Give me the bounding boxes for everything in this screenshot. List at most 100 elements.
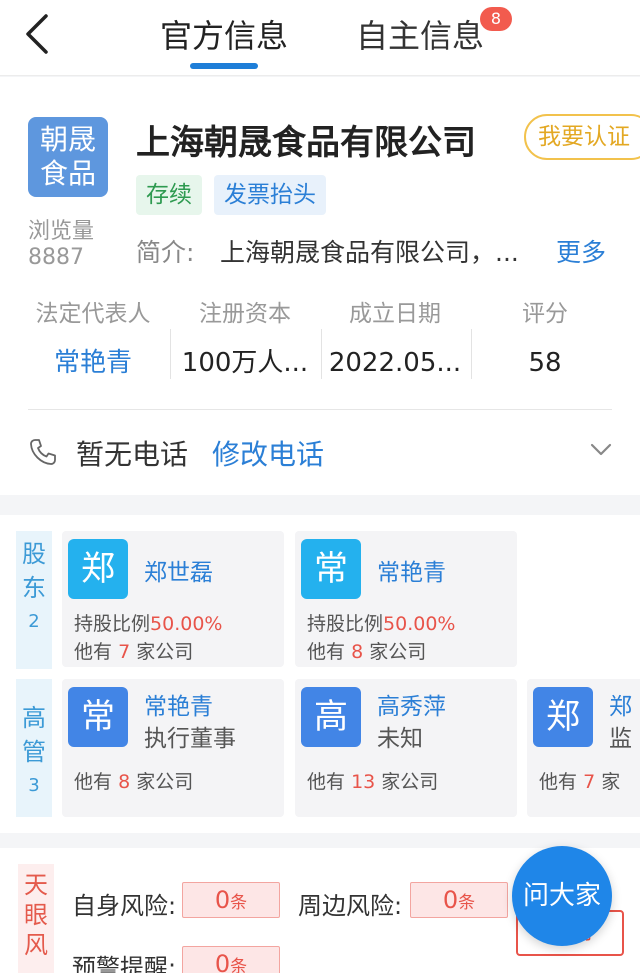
stat-label: 评分 — [522, 301, 568, 327]
other-suffix: 家 — [601, 771, 621, 793]
other-suffix: 家公司 — [136, 641, 194, 663]
executive-card[interactable]: 高 高秀萍 未知 他有 13 家公司 — [295, 679, 517, 817]
other-prefix: 他有 — [539, 771, 578, 793]
other-count: 7 — [118, 641, 131, 663]
divider — [28, 409, 612, 410]
executive-name[interactable]: 高秀萍 — [377, 687, 446, 721]
shareholders-label[interactable]: 股 东 2 — [16, 531, 52, 669]
phone-status: 暂无电话 — [76, 438, 189, 471]
company-stats: 法定代表人 常艳青 注册资本 100万人... 成立日期 2022.05... … — [0, 299, 640, 389]
other-suffix: 家公司 — [381, 771, 439, 793]
label-char: 风 — [24, 931, 48, 959]
stat-founded: 成立日期 2022.05... — [320, 299, 470, 383]
edit-phone-link[interactable]: 修改电话 — [212, 433, 324, 473]
other-prefix: 他有 — [74, 771, 113, 793]
label-char: 股 — [22, 540, 46, 568]
company-header: 朝晟 食品 浏览量 8887 上海朝晟食品有限公司 我要认证 存续 发票抬头 简… — [0, 77, 640, 495]
executive-role: 未知 — [377, 726, 423, 752]
intro-label: 简介: — [136, 238, 195, 267]
avatar: 郑 — [68, 539, 128, 599]
ratio-value: 50.00% — [383, 613, 456, 635]
ratio-value: 50.00% — [150, 613, 223, 635]
intro-text: 上海朝晟食品有限公司，... — [220, 238, 519, 267]
views-label: 浏览量 — [28, 219, 95, 244]
avatar: 郑 — [533, 687, 593, 747]
other-companies: 他有 8 家公司 — [307, 637, 426, 664]
around-risk-label: 周边风险: — [298, 892, 403, 920]
stat-value: 58 — [528, 348, 562, 378]
stat-value: 100万人... — [181, 348, 309, 378]
label-char: 管 — [22, 738, 46, 766]
avatar: 常 — [301, 539, 361, 599]
count-value: 0 — [214, 950, 231, 973]
other-suffix: 家公司 — [369, 641, 427, 663]
executive-role: 监 — [609, 726, 632, 752]
shareholder-card[interactable]: 常 常艳青 持股比例50.00% 他有 8 家公司 — [295, 531, 517, 667]
certify-button[interactable]: 我要认证 — [524, 114, 640, 160]
around-risk-count[interactable]: 0条 — [410, 882, 508, 918]
other-count: 13 — [351, 771, 376, 793]
ratio-label: 持股比例 — [307, 613, 384, 635]
label-char: 高 — [22, 704, 46, 732]
warning-count[interactable]: 0条 — [182, 946, 280, 973]
label-char: 东 — [22, 574, 46, 602]
shareholding-ratio: 持股比例50.00% — [74, 609, 222, 636]
avatar: 常 — [68, 687, 128, 747]
other-count: 8 — [351, 641, 364, 663]
other-suffix: 家公司 — [136, 771, 194, 793]
other-companies: 他有 7 家公司 — [74, 637, 193, 664]
ask-everyone-button[interactable]: 问大家 — [512, 846, 612, 946]
notification-badge: 8 — [480, 7, 512, 31]
logo-line-1: 朝晟 — [39, 123, 96, 156]
executives-label[interactable]: 高 管 3 — [16, 679, 52, 817]
shareholder-count: 2 — [28, 611, 40, 632]
label-char: 天 — [24, 871, 48, 899]
self-risk-count[interactable]: 0条 — [182, 882, 280, 918]
views-count: 8887 — [28, 245, 84, 270]
tab-official-info[interactable]: 官方信息 — [160, 14, 288, 58]
executive-role: 执行董事 — [144, 726, 236, 752]
warning-label: 预警提醒: — [72, 954, 177, 973]
phone-icon — [30, 439, 56, 465]
tab-self-info[interactable]: 自主信息 — [356, 14, 484, 58]
label-char: 眼 — [24, 901, 48, 929]
stat-label: 成立日期 — [349, 301, 441, 327]
people-section: 股 东 2 郑 郑世磊 持股比例50.00% 他有 7 家公司 常 常艳青 持股… — [0, 515, 640, 833]
more-link[interactable]: 更多 — [556, 233, 606, 269]
shareholder-card[interactable]: 郑 郑世磊 持股比例50.00% 他有 7 家公司 — [62, 531, 284, 667]
other-prefix: 他有 — [307, 641, 346, 663]
other-count: 8 — [118, 771, 131, 793]
legal-rep-link[interactable]: 常艳青 — [18, 343, 168, 383]
count-value: 0 — [442, 886, 459, 914]
ratio-label: 持股比例 — [74, 613, 151, 635]
back-arrow-icon[interactable] — [22, 12, 62, 56]
stat-score: 评分 58 — [470, 299, 620, 383]
logo-line-2: 食品 — [39, 157, 96, 190]
count-unit: 条 — [458, 893, 476, 913]
shareholder-name[interactable]: 常艳青 — [377, 553, 446, 587]
shareholder-name[interactable]: 郑世磊 — [144, 553, 213, 587]
executive-count: 3 — [28, 775, 40, 796]
company-logo: 朝晟 食品 — [28, 117, 108, 197]
invoice-title-tag[interactable]: 发票抬头 — [214, 175, 326, 215]
stat-label: 法定代表人 — [35, 301, 151, 327]
executive-card[interactable]: 郑 郑 监 他有 7 家 — [527, 679, 640, 817]
executive-name[interactable]: 常艳青 — [144, 687, 213, 721]
top-nav: 官方信息 自主信息 8 — [0, 0, 640, 76]
other-prefix: 他有 — [307, 771, 346, 793]
count-value: 0 — [214, 886, 231, 914]
other-count: 7 — [583, 771, 596, 793]
other-companies: 他有 13 家公司 — [307, 767, 438, 794]
stat-label: 注册资本 — [199, 301, 291, 327]
executive-card[interactable]: 常 常艳青 执行董事 他有 8 家公司 — [62, 679, 284, 817]
active-tab-indicator — [190, 63, 258, 69]
self-risk-label: 自身风险: — [72, 892, 177, 920]
count-unit: 条 — [230, 957, 248, 973]
status-badge: 存续 — [136, 175, 202, 215]
executive-name[interactable]: 郑 — [609, 687, 632, 721]
chevron-down-icon[interactable] — [590, 443, 612, 457]
stat-legal-rep: 法定代表人 常艳青 — [18, 299, 168, 383]
other-prefix: 他有 — [74, 641, 113, 663]
other-companies: 他有 7 家 — [539, 767, 620, 794]
tianyan-risk-label[interactable]: 天 眼 风 — [18, 864, 54, 973]
